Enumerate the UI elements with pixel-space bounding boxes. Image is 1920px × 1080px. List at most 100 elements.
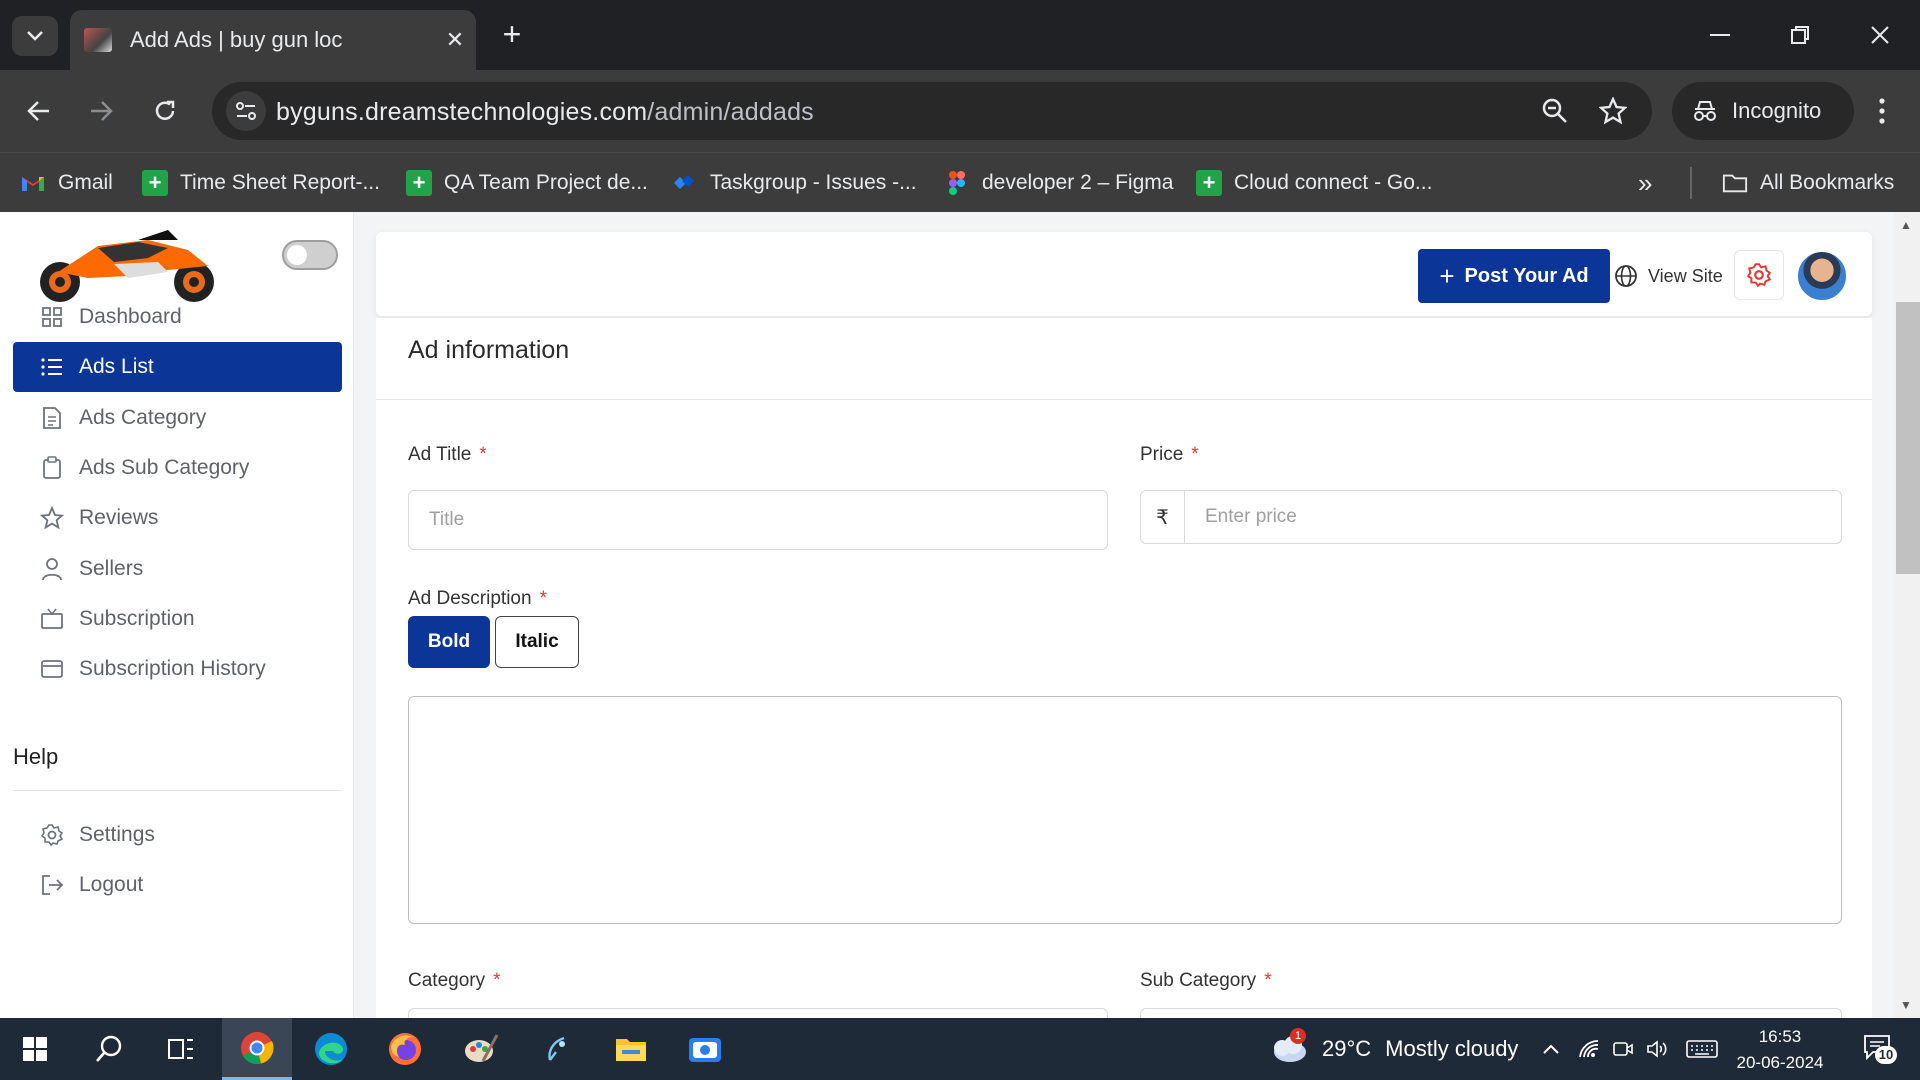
browser-tab-strip: Add Ads | buy gun loc ✕ + [0,0,1920,70]
restore-button[interactable] [1770,12,1830,58]
settings-button[interactable] [1734,250,1784,300]
chevron-down-icon [27,31,43,41]
url-text[interactable]: byguns.dreamstechnologies.com/admin/adda… [276,98,814,127]
forward-button[interactable] [78,88,124,134]
taskbar-edge[interactable] [296,1018,366,1080]
notification-center-button[interactable]: 10 [1852,1018,1902,1080]
volume-icon[interactable] [1642,1018,1672,1080]
all-bookmarks-button[interactable]: All Bookmarks [1722,165,1894,201]
sidebar-item-ads-sub-category[interactable]: Ads Sub Category [13,443,342,493]
sidebar-item-label: Logout [79,873,144,896]
meet-now-icon[interactable] [1608,1018,1638,1080]
taskbar-app[interactable] [522,1018,592,1080]
scroll-up-icon[interactable]: ▲ [1900,218,1912,232]
site-favicon [84,28,112,52]
bookmark-taskgroup[interactable]: Taskgroup - Issues -... [672,165,917,201]
close-tab-icon[interactable]: ✕ [440,27,470,53]
taskbar-camera-app[interactable] [670,1018,740,1080]
view-site-link[interactable]: View Site [1614,249,1723,303]
sidebar-item-subscription-history[interactable]: Subscription History [13,644,342,694]
globe-icon [1614,264,1638,288]
bookmark-star-icon[interactable] [1596,94,1630,128]
taskbar-chrome[interactable] [222,1018,292,1080]
bookmark-figma[interactable]: developer 2 – Figma [944,165,1173,201]
tab-search-button[interactable] [12,16,58,56]
ad-title-input[interactable]: Title [408,490,1108,550]
bookmark-gmail[interactable]: Gmail [20,165,113,201]
sidebar-toggle[interactable] [282,240,338,270]
sidebar-item-dashboard[interactable]: Dashboard [13,292,342,342]
sidebar-item-ads-list[interactable]: Ads List [13,342,342,392]
site-info-icon[interactable] [226,91,266,131]
ad-title-label: Ad Title * [408,444,487,466]
sidebar-item-settings[interactable]: Settings [13,810,342,860]
card-icon [39,656,65,682]
close-window-button[interactable] [1850,12,1910,58]
sidebar-item-sellers[interactable]: Sellers [13,544,342,594]
taskbar-firefox[interactable] [370,1018,440,1080]
windows-icon [23,1037,47,1061]
sidebar-item-logout[interactable]: Logout [13,860,342,910]
network-icon[interactable] [1574,1018,1604,1080]
keyboard-icon[interactable] [1682,1018,1722,1080]
search-button[interactable] [74,1018,144,1080]
chevron-up-icon [1543,1044,1559,1054]
weather-widget[interactable]: 1 29°C Mostly cloudy [1268,1018,1518,1080]
post-your-ad-label: Post Your Ad [1464,264,1589,287]
price-input[interactable]: Enter price [1185,491,1841,543]
zoom-icon[interactable] [1538,94,1572,128]
jira-icon [672,170,698,196]
reload-icon [155,100,175,120]
subcategory-label: Sub Category * [1140,970,1272,992]
bookmark-cloud-connect[interactable]: + Cloud connect - Go... [1196,165,1432,201]
category-select[interactable] [408,1008,1108,1018]
logout-icon [39,872,65,898]
sheets-icon: + [406,170,432,196]
new-tab-button[interactable]: + [494,14,530,54]
search-icon [96,1035,122,1062]
sidebar-item-reviews[interactable]: Reviews [13,493,342,543]
post-your-ad-button[interactable]: + Post Your Ad [1418,249,1610,303]
italic-button[interactable]: Italic [495,616,579,668]
arrow-right-icon [91,101,113,121]
more-bookmarks-button[interactable]: » [1638,165,1652,201]
incognito-icon [1694,101,1716,121]
scrollbar-thumb[interactable] [1896,302,1920,574]
task-view-button[interactable] [146,1018,216,1080]
reload-button[interactable] [142,88,188,134]
tab-title: Add Ads | buy gun loc [130,27,343,52]
price-input-group[interactable]: ₹ Enter price [1140,490,1842,544]
bold-button[interactable]: Bold [408,616,490,668]
category-label: Category * [408,970,501,992]
bookmark-timesheet[interactable]: + Time Sheet Report-... [142,165,380,201]
task-view-icon [168,1039,193,1059]
taskbar-paint[interactable] [446,1018,516,1080]
incognito-indicator[interactable]: Incognito [1672,82,1854,140]
minimize-button[interactable] [1690,12,1750,58]
start-button[interactable] [0,1018,70,1080]
taskbar-file-explorer[interactable] [596,1018,666,1080]
chrome-icon [241,1031,274,1064]
address-bar[interactable]: byguns.dreamstechnologies.com/admin/adda… [212,82,1652,140]
system-clock[interactable]: 16:53 20-06-2024 [1730,1024,1830,1076]
page-scrollbar[interactable]: ▲ ▼ [1894,212,1920,1018]
sidebar-item-label: Dashboard [79,305,182,328]
browser-tab[interactable]: Add Ads | buy gun loc ✕ [70,10,476,70]
subcategory-select[interactable] [1140,1008,1842,1018]
ad-form-card: Ad information Ad Title * Title Price * ₹ … [376,318,1872,1018]
bookmark-qa-team[interactable]: + QA Team Project de... [406,165,648,201]
url-path: /admin/addads [647,98,814,126]
bookmark-label: Gmail [58,171,113,194]
sidebar-item-ads-category[interactable]: Ads Category [13,393,342,443]
tv-icon [39,606,65,632]
back-button[interactable] [16,88,62,134]
browser-menu-button[interactable] [1864,88,1900,134]
tray-overflow-button[interactable] [1536,1018,1566,1080]
scroll-down-icon[interactable]: ▼ [1900,998,1912,1012]
ad-description-editor[interactable] [408,696,1842,924]
top-header: + Post Your Ad View Site [376,232,1872,316]
sidebar-item-label: Sellers [79,557,144,580]
bookmarks-bar: Gmail + Time Sheet Report-... + QA Team … [0,152,1920,212]
user-avatar[interactable] [1796,250,1848,302]
sidebar-item-subscription[interactable]: Subscription [13,594,342,644]
